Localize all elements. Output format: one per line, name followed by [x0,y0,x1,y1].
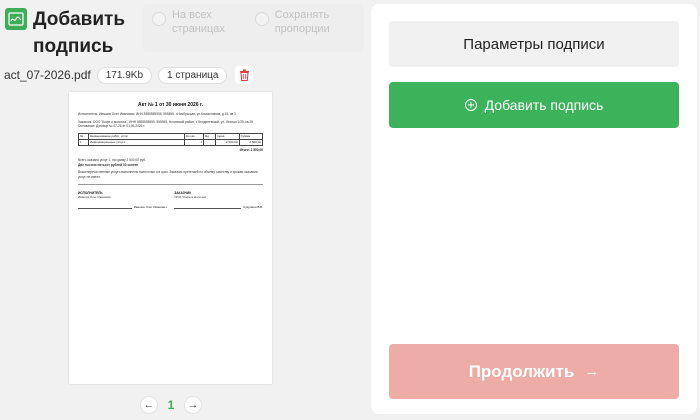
prev-page-button[interactable]: ← [140,396,158,414]
customer-signature: ЗАКАЗЧИК ООО "Кофе и молочка" Кудрявин В… [174,191,263,209]
document-divider [78,183,263,185]
executor-name: Ивашов Олег Иванович [78,194,112,199]
signature-settings-panel: Параметры подписи Добавить подпись Продо… [371,4,697,414]
current-page-number[interactable]: 1 [164,398,178,412]
table-cell: 2 500,00 [238,138,264,147]
continue-button[interactable]: Продолжить → [389,344,679,399]
document-page-preview[interactable]: Акт № 1 от 30 июня 2026 г. Исполнитель: … [69,92,272,384]
next-page-button[interactable]: → [184,396,202,414]
document-note: Вышеперечисленные услуги выполнены полно… [78,170,258,179]
executor-sign-line: Ивашов Олег Иванович [78,205,167,209]
all-pages-toggle[interactable] [152,12,166,26]
delete-file-button[interactable] [235,66,254,84]
page-count-badge: 1 страница [158,66,228,84]
plus-circle-icon [464,99,477,111]
signature-icon [8,12,24,26]
executor-signature: ИСПОЛНИТЕЛЬ Ивашов Олег Иванович Ивашов … [78,191,167,209]
add-signature-label: Добавить подпись [484,97,604,113]
panel-title: Параметры подписи [389,21,679,67]
signature-options: На всех страницах Сохранять пропорции [142,4,364,52]
document-table: № Наименование работ, услуг Кол-во Ед. Ц… [78,132,264,147]
option-keep-proportions[interactable]: Сохранять пропорции [254,8,354,48]
table-cell: Информационные услуги [87,138,185,147]
document-basis: Основание: Договор № 07-26 от 01.06.2026… [78,124,145,129]
trash-icon [239,69,249,81]
arrow-left-icon: ← [143,399,155,411]
document-summary-words: Две тысячи пятьсот рублей 00 копеек [78,162,139,167]
option-all-pages[interactable]: На всех страницах [152,8,239,48]
document-executor: Исполнитель: Ивашов Олег Иванович, ИНН 5… [78,112,236,116]
app-logo-icon [5,8,27,30]
table-row: 1 Информационные услуги 1 2 500,00 2 500… [78,138,264,147]
table-cell: 1 [78,138,89,147]
all-pages-label: На всех страницах [172,9,225,35]
continue-label: Продолжить [468,361,575,381]
page-title: Добавить подпись [33,9,126,57]
file-name: act_07-2026.pdf [4,68,91,82]
document-total: Итого: 2 500,00 [239,148,263,153]
file-info: act_07-2026.pdf 171.9Kb 1 страница [4,66,254,84]
table-cell: 1 [183,138,205,147]
add-signature-button[interactable]: Добавить подпись [389,82,679,128]
keep-proportions-label: Сохранять пропорции [274,9,330,35]
signature-block: ИСПОЛНИТЕЛЬ Ивашов Олег Иванович Ивашов … [78,191,263,209]
executor-short-name: Ивашов Олег Иванович [133,204,167,209]
document-title: Акт № 1 от 30 июня 2026 г. [138,102,203,108]
arrow-right-icon: → [584,363,600,380]
arrow-right-icon: → [187,399,199,411]
customer-short-name: Кудрявин В.В. [243,204,263,209]
customer-name: ООО "Кофе и молочка" [174,194,207,199]
table-cell [203,138,217,147]
page-pagination: ← 1 → [140,396,202,414]
customer-sign-line: Кудрявин В.В. [174,205,263,209]
keep-proportions-toggle[interactable] [254,12,269,26]
table-cell: 2 500,00 [215,138,240,147]
file-size-badge: 171.9Kb [96,66,153,84]
